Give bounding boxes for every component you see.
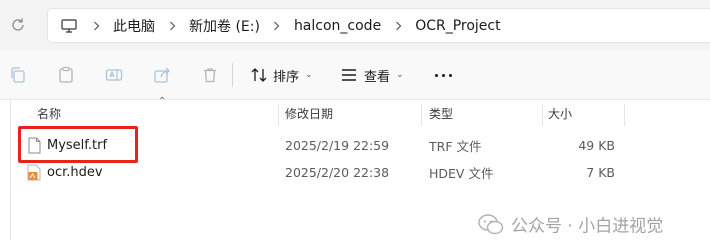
address-bar-row: 此电脑 新加卷 (E:) halcon_code OCR_Project (0, 0, 710, 50)
delete-button[interactable] (199, 64, 221, 86)
column-header: ⌃ 名称 修改日期 类型 大小 (11, 96, 710, 126)
breadcrumb-label: 此电脑 (113, 18, 155, 35)
watermark: 公众号 · 小白进视觉 (478, 212, 663, 237)
trash-icon (204, 68, 216, 83)
file-size-cell: 49 KB (578, 137, 615, 153)
view-label: 查看 (364, 69, 391, 85)
breadcrumb-separator-icon[interactable] (263, 9, 291, 42)
share-icon (154, 67, 170, 83)
column-divider[interactable] (278, 104, 279, 126)
breadcrumb-item-drive[interactable]: 新加卷 (E:) (186, 9, 263, 42)
chevron-down-icon: ⌄ (305, 70, 313, 80)
file-type-cell: HDEV 文件 (429, 165, 494, 181)
breadcrumb-label: OCR_Project (415, 17, 501, 34)
column-label: 修改日期 (285, 106, 334, 121)
sort-label: 排序 (273, 69, 300, 85)
paste-button[interactable] (55, 64, 77, 86)
file-explorer-window: 此电脑 新加卷 (E:) halcon_code OCR_Project 排序 … (0, 0, 710, 240)
column-label: 类型 (429, 106, 454, 121)
address-box[interactable]: 此电脑 新加卷 (E:) halcon_code OCR_Project (47, 8, 710, 43)
file-name: ocr.hdev (47, 164, 103, 180)
chevron-down-icon: ⌄ (396, 70, 404, 80)
column-header-size[interactable]: 大小 (548, 100, 572, 126)
sort-ascending-icon: ⌃ (158, 96, 167, 107)
file-size-cell: 7 KB (586, 164, 615, 180)
computer-icon[interactable] (56, 9, 82, 42)
hdev-file-icon (26, 163, 42, 181)
refresh-button[interactable] (0, 8, 36, 42)
breadcrumb-separator-icon[interactable] (82, 9, 110, 42)
breadcrumb-label: halcon_code (293, 17, 382, 34)
breadcrumb-separator-icon[interactable] (158, 9, 186, 42)
rename-icon (105, 69, 123, 81)
more-icon (434, 73, 438, 77)
file-type-cell: TRF 文件 (429, 138, 482, 154)
sort-icon (251, 68, 267, 82)
column-label: 名称 (37, 106, 62, 121)
share-button[interactable] (151, 64, 173, 86)
column-divider[interactable] (542, 104, 543, 126)
breadcrumb-item-ocr-project[interactable]: OCR_Project (412, 9, 503, 42)
file-modified-cell: 2025/2/19 22:59 (285, 137, 390, 153)
breadcrumb-item-halcon-code[interactable]: halcon_code (291, 9, 384, 42)
breadcrumb-label: 新加卷 (E:) (189, 18, 260, 35)
copy-button[interactable] (7, 64, 29, 86)
file-modified-cell: 2025/2/20 22:38 (285, 164, 390, 180)
command-bar: 排序 ⌄ 查看 ⌄ (0, 50, 710, 100)
more-options-button[interactable] (430, 62, 456, 88)
rename-button[interactable] (103, 64, 125, 86)
column-header-modified[interactable]: 修改日期 (285, 100, 333, 126)
column-divider[interactable] (421, 104, 422, 126)
paste-icon (59, 66, 73, 83)
column-header-type[interactable]: 类型 (429, 100, 453, 126)
breadcrumb-item-this-pc[interactable]: 此电脑 (110, 9, 158, 42)
watermark-text: 公众号 · 小白进视觉 (511, 216, 664, 237)
column-label: 大小 (548, 106, 573, 121)
view-button[interactable]: 查看 ⌄ (340, 62, 404, 88)
breadcrumb-separator-icon[interactable] (384, 9, 412, 42)
sort-button[interactable]: 排序 ⌄ (250, 62, 313, 88)
refresh-icon (12, 18, 24, 31)
toolbar-divider (232, 63, 233, 87)
view-icon (342, 69, 356, 81)
highlight-annotation-box (18, 126, 138, 163)
wechat-icon (478, 213, 504, 234)
copy-icon (11, 67, 25, 83)
column-divider[interactable] (624, 104, 625, 126)
column-header-name[interactable]: 名称 (37, 100, 61, 126)
